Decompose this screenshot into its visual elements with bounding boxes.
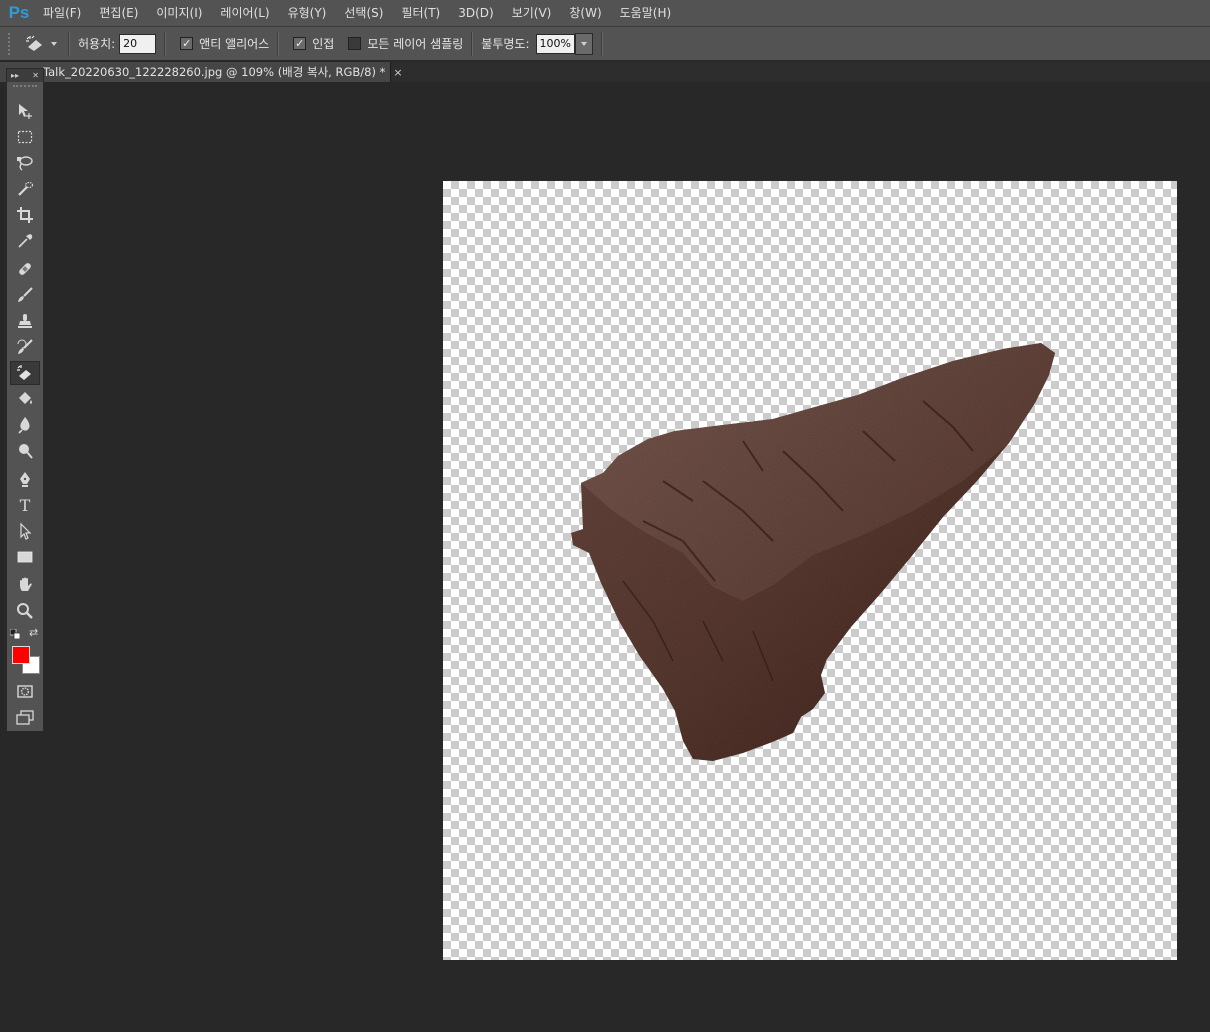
antialias-checkbox[interactable]: ✓ [180,37,194,50]
document-tab-bar: Talk_20220630_122228260.jpg @ 109% (배경 복… [0,62,1210,82]
blur-tool[interactable] [10,413,40,437]
sample-all-checkbox[interactable] [348,37,362,50]
toolbox-header: ▸▸ ✕ [7,69,43,82]
brush-icon [18,287,33,302]
lasso-tool[interactable] [10,151,40,175]
tolerance-label: 허용치: [78,37,116,51]
divider [277,31,280,56]
paint-bucket-tool[interactable] [10,387,40,411]
healing-brush-tool[interactable] [10,257,40,281]
antialias-option[interactable]: ✓ 앤티 앨리어스 [180,35,269,52]
menu-file[interactable]: 파일(F) [34,0,90,26]
quick-selection-tool[interactable] [10,177,40,201]
brush-tool[interactable] [10,283,40,307]
path-selection-tool[interactable] [10,519,40,543]
screen-mode-button[interactable] [10,705,40,729]
tool-preset-picker[interactable] [22,31,60,57]
hand-icon [20,577,32,591]
toolbox-panel: ▸▸ ✕ T ⇄ [6,68,44,732]
opacity-dropdown-button[interactable] [574,32,593,55]
bandage-icon [19,263,31,275]
document-canvas[interactable] [443,181,1177,960]
divider [600,31,603,56]
rectangle-icon [17,551,33,563]
quick-selection-icon [18,181,34,196]
divider [68,31,70,56]
eyedropper-tool[interactable] [10,229,40,253]
pen-icon [20,472,30,487]
contiguous-option[interactable]: ✓ 인접 [293,35,334,52]
sample-all-label: 모든 레이어 샘플링 [367,37,464,51]
close-icon[interactable]: × [393,66,402,79]
brownie-image [571,343,1055,761]
zoom-tool[interactable] [10,599,40,623]
dodge-icon [19,444,33,459]
arrow-icon [20,522,32,540]
move-tool[interactable] [10,99,40,123]
opacity-label: 불투명도: [481,37,530,51]
history-brush-icon [17,339,33,354]
menu-edit[interactable]: 편집(E) [90,0,147,26]
clone-stamp-tool[interactable] [10,309,40,333]
zoom-icon [17,603,33,619]
menu-filter[interactable]: 필터(T) [392,0,449,26]
menu-image[interactable]: 이미지(I) [147,0,211,26]
marquee-tool[interactable] [10,125,40,149]
menu-layer[interactable]: 레이어(L) [211,0,278,26]
menu-view[interactable]: 보기(V) [503,0,561,26]
type-icon: T [19,495,31,515]
divider [164,31,167,56]
eyedropper-icon [18,234,33,248]
options-grip[interactable] [8,32,16,55]
lasso-icon [17,156,33,171]
opacity-input[interactable]: 100% [535,33,575,54]
eraser-tool[interactable] [10,361,40,385]
move-icon [19,104,32,119]
toolbox-grip[interactable] [13,85,37,91]
crop-tool[interactable] [10,203,40,227]
menu-select[interactable]: 선택(S) [335,0,392,26]
quick-mask-icon [17,685,33,698]
bucket-icon [19,392,32,404]
expand-icon[interactable]: ▸▸ [11,71,19,80]
blur-icon [18,417,30,434]
rect-marquee-icon [17,130,33,144]
document-tab-title[interactable]: Talk_20220630_122228260.jpg @ 109% (배경 복… [43,64,385,80]
chevron-down-icon [51,41,57,46]
magic-eraser-icon [26,35,42,51]
stamp-icon [18,314,32,328]
menu-3d[interactable]: 3D(D) [449,0,502,26]
dodge-tool[interactable] [10,439,40,463]
divider [471,31,474,56]
pen-tool[interactable] [10,467,40,491]
chevron-down-icon [580,41,587,46]
contiguous-label: 인접 [312,37,335,51]
menu-window[interactable]: 창(W) [560,0,610,26]
default-colors-icon[interactable] [9,628,21,640]
type-tool[interactable]: T [10,493,40,517]
quick-mask-button[interactable] [10,679,40,703]
photoshop-logo: Ps [8,3,30,22]
shape-tool[interactable] [10,545,40,569]
foreground-color-swatch[interactable] [12,646,30,664]
tolerance-input[interactable]: 20 [119,33,157,54]
close-icon[interactable]: ✕ [32,71,39,80]
crop-icon [17,207,33,223]
screen-mode-icon [16,710,34,725]
history-brush-tool[interactable] [10,335,40,359]
menu-type[interactable]: 유형(Y) [279,0,336,26]
sample-all-option[interactable]: 모든 레이어 샘플링 [348,35,463,52]
hand-tool[interactable] [10,573,40,597]
menu-help[interactable]: 도움말(H) [611,0,681,26]
opacity-control[interactable]: 100% [535,32,593,55]
contiguous-checkbox[interactable]: ✓ [293,37,307,50]
document-tab[interactable]: Talk_20220630_122228260.jpg @ 109% (배경 복… [0,62,403,82]
menu-bar: Ps 파일(F) 편집(E) 이미지(I) 레이어(L) 유형(Y) 선택(S)… [0,0,1210,26]
swap-colors-icon[interactable]: ⇄ [29,627,41,639]
magic-eraser-icon [17,365,31,380]
options-bar: 허용치: 20 ✓ 앤티 앨리어스 ✓ 인접 모든 레이어 샘플링 불투명도: … [0,26,1210,61]
antialias-label: 앤티 앨리어스 [199,37,270,51]
